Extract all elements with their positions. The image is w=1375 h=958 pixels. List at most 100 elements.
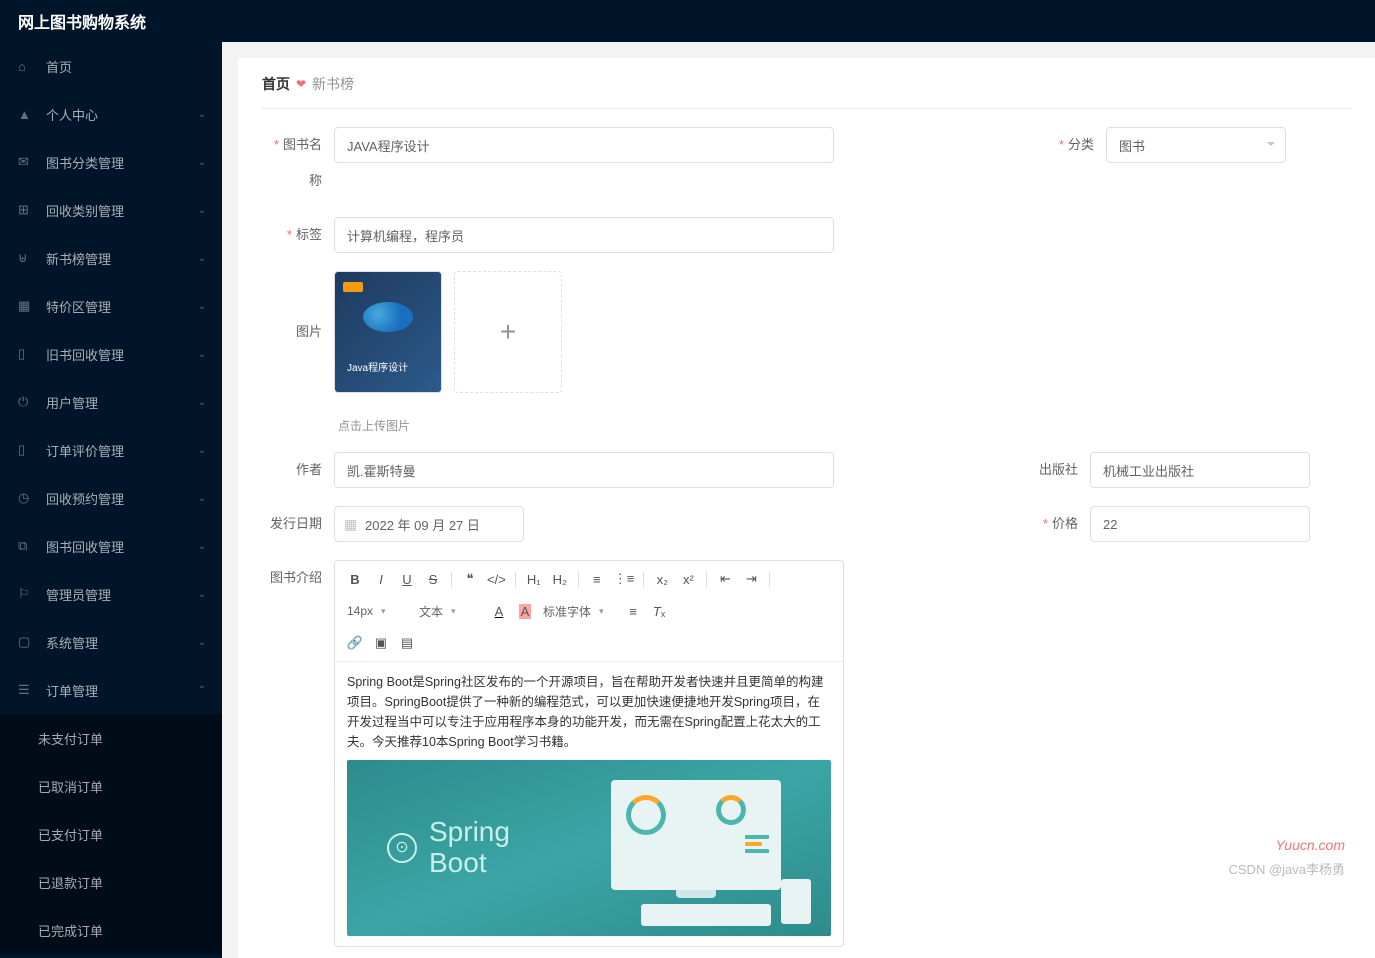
price-input[interactable] bbox=[1090, 506, 1310, 542]
book-name-input[interactable] bbox=[334, 127, 834, 163]
sidebar-item-label: 回收预约管理 bbox=[46, 489, 124, 508]
label-author: 作者 bbox=[296, 462, 322, 477]
sidebar-item-old-books[interactable]: ▯旧书回收管理⌄ bbox=[0, 330, 222, 378]
text-color-button[interactable]: A bbox=[487, 599, 511, 623]
sidebar-sub-unpaid[interactable]: 未支付订单 bbox=[0, 714, 222, 762]
label-tags: 标签 bbox=[296, 227, 322, 242]
upload-hint[interactable]: 点击上传图片 bbox=[338, 417, 562, 434]
publish-date-input[interactable] bbox=[334, 506, 524, 542]
sidebar-item-label: 管理员管理 bbox=[46, 585, 111, 604]
code-button[interactable]: </> bbox=[484, 567, 509, 591]
sidebar-item-label: 已取消订单 bbox=[38, 777, 103, 796]
italic-button[interactable]: I bbox=[369, 567, 393, 591]
editor-toolbar: B I U S ❝ </> H₁ H bbox=[335, 561, 843, 662]
clear-format-button[interactable]: Tₓ bbox=[647, 599, 671, 623]
field-publish-date: 发行日期 ▦ bbox=[262, 506, 524, 542]
field-book-name: *图书名称 bbox=[262, 127, 834, 199]
sidebar-item-home[interactable]: ⌂首页 bbox=[0, 42, 222, 90]
sidebar-item-label: 订单评价管理 bbox=[46, 441, 124, 460]
sidebar-sub-completed[interactable]: 已完成订单 bbox=[0, 906, 222, 954]
app-header: 网上图书购物系统 bbox=[0, 0, 1375, 42]
mail-icon: ✉ bbox=[18, 154, 36, 170]
superscript-button[interactable]: x² bbox=[676, 567, 700, 591]
field-price: *价格 bbox=[1034, 506, 1310, 542]
sidebar-item-new-books[interactable]: ⊎新书榜管理⌄ bbox=[0, 234, 222, 282]
clock-icon: ◷ bbox=[18, 490, 36, 506]
sidebar-sub-paid[interactable]: 已支付订单 bbox=[0, 810, 222, 858]
book-cover-image: Java程序设计 bbox=[335, 272, 441, 392]
link-button[interactable]: 🔗 bbox=[343, 631, 367, 655]
field-publisher: 出版社 bbox=[1034, 452, 1310, 488]
label-intro: 图书介绍 bbox=[270, 570, 322, 585]
sidebar-item-label: 首页 bbox=[46, 57, 72, 76]
upload-button[interactable]: + bbox=[454, 271, 562, 393]
watermark: Yuucn.com CSDN @java李杨勇 bbox=[1229, 837, 1346, 878]
label-image: 图片 bbox=[296, 324, 322, 339]
user-icon: ▲ bbox=[18, 107, 36, 122]
sidebar-sub-cancelled[interactable]: 已取消订单 bbox=[0, 762, 222, 810]
subscript-button[interactable]: x₂ bbox=[650, 567, 674, 591]
publisher-input[interactable] bbox=[1090, 452, 1310, 488]
sidebar-item-users[interactable]: ⏻用户管理⌄ bbox=[0, 378, 222, 426]
sidebar-item-profile[interactable]: ▲个人中心⌄ bbox=[0, 90, 222, 138]
chevron-up-icon: ⌃ bbox=[198, 685, 206, 696]
bg-color-button[interactable]: A bbox=[513, 599, 537, 623]
chevron-down-icon: ⌄ bbox=[198, 589, 206, 600]
breadcrumb-current: 新书榜 bbox=[312, 74, 354, 94]
leaf-icon: ⊙ bbox=[387, 833, 417, 863]
outdent-button[interactable]: ⇥ bbox=[739, 567, 763, 591]
spring-boot-logo: ⊙ SpringBoot bbox=[387, 817, 510, 879]
clipboard-icon: ▯ bbox=[18, 442, 36, 458]
image-button[interactable]: ▣ bbox=[369, 631, 393, 655]
sidebar-item-book-category[interactable]: ✉图书分类管理⌄ bbox=[0, 138, 222, 186]
ol-button[interactable]: ≡ bbox=[585, 567, 609, 591]
sidebar-item-book-recycle[interactable]: ⧉图书回收管理⌄ bbox=[0, 522, 222, 570]
sidebar-item-system[interactable]: ▢系统管理⌄ bbox=[0, 618, 222, 666]
chevron-down-icon: ⌄ bbox=[198, 493, 206, 504]
ul-button[interactable]: ⋮≡ bbox=[611, 567, 638, 591]
field-tags: *标签 bbox=[262, 217, 834, 253]
tablet-graphic bbox=[781, 879, 811, 924]
field-category: *分类 图书 bbox=[1034, 127, 1286, 199]
main-area: 首页 ❤ 新书榜 *图书名称 *分类 图书 bbox=[222, 42, 1375, 958]
video-button[interactable]: ▤ bbox=[395, 631, 419, 655]
quote-button[interactable]: ❝ bbox=[458, 567, 482, 591]
indent-button[interactable]: ⇤ bbox=[713, 567, 737, 591]
strike-button[interactable]: S bbox=[421, 567, 445, 591]
align-button[interactable]: ≡ bbox=[621, 599, 645, 623]
monitor-graphic bbox=[611, 780, 781, 890]
sidebar-item-discount[interactable]: ▦特价区管理⌄ bbox=[0, 282, 222, 330]
text-type-select[interactable]: 文本 bbox=[415, 603, 485, 620]
sidebar-item-reviews[interactable]: ▯订单评价管理⌄ bbox=[0, 426, 222, 474]
copy-icon: ⧉ bbox=[18, 538, 36, 554]
sidebar-item-orders[interactable]: ☰订单管理⌃ bbox=[0, 666, 222, 714]
sidebar: ⌂首页 ▲个人中心⌄ ✉ 图书分类管理 ⌄ ⊞回收类别管理⌄ ⊎新书榜管理⌄ ▦特价… bbox=[0, 42, 222, 958]
bold-button[interactable]: B bbox=[343, 567, 367, 591]
field-image: 图片 ✓ Java程序设计 bbox=[262, 271, 562, 434]
h2-button[interactable]: H₂ bbox=[548, 567, 572, 591]
category-select[interactable]: 图书 bbox=[1106, 127, 1286, 163]
breadcrumb-home[interactable]: 首页 bbox=[262, 74, 290, 94]
h1-button[interactable]: H₁ bbox=[522, 567, 546, 591]
chevron-down-icon: ⌄ bbox=[198, 349, 206, 360]
tags-input[interactable] bbox=[334, 217, 834, 253]
keyboard-graphic bbox=[641, 904, 771, 926]
editor-content[interactable]: Spring Boot是Spring社区发布的一个开源项目，旨在帮助开发者快速并… bbox=[335, 662, 843, 946]
sidebar-item-label: 用户管理 bbox=[46, 393, 98, 412]
uploaded-thumbnail[interactable]: ✓ Java程序设计 bbox=[334, 271, 442, 393]
chevron-down-icon: ⌄ bbox=[198, 205, 206, 216]
font-family-select[interactable]: 标准字体 bbox=[539, 603, 619, 620]
heart-icon: ❤ bbox=[296, 77, 306, 91]
sidebar-item-label: 图书分类管理 bbox=[46, 153, 124, 172]
sidebar-item-label: 未支付订单 bbox=[38, 729, 103, 748]
underline-button[interactable]: U bbox=[395, 567, 419, 591]
field-intro: 图书介绍 B I U S ❝ bbox=[262, 560, 844, 958]
author-input[interactable] bbox=[334, 452, 834, 488]
sidebar-item-recycle-category[interactable]: ⊞回收类别管理⌄ bbox=[0, 186, 222, 234]
sidebar-item-recycle-appt[interactable]: ◷ 回收预约管理 ⌄ bbox=[0, 474, 222, 522]
sidebar-item-label: 图书回收管理 bbox=[46, 537, 124, 556]
font-size-select[interactable]: 14px bbox=[343, 604, 413, 618]
grid-icon: ▦ bbox=[18, 298, 36, 314]
sidebar-item-admin[interactable]: ⚐管理员管理⌄ bbox=[0, 570, 222, 618]
sidebar-sub-refunded[interactable]: 已退款订单 bbox=[0, 858, 222, 906]
